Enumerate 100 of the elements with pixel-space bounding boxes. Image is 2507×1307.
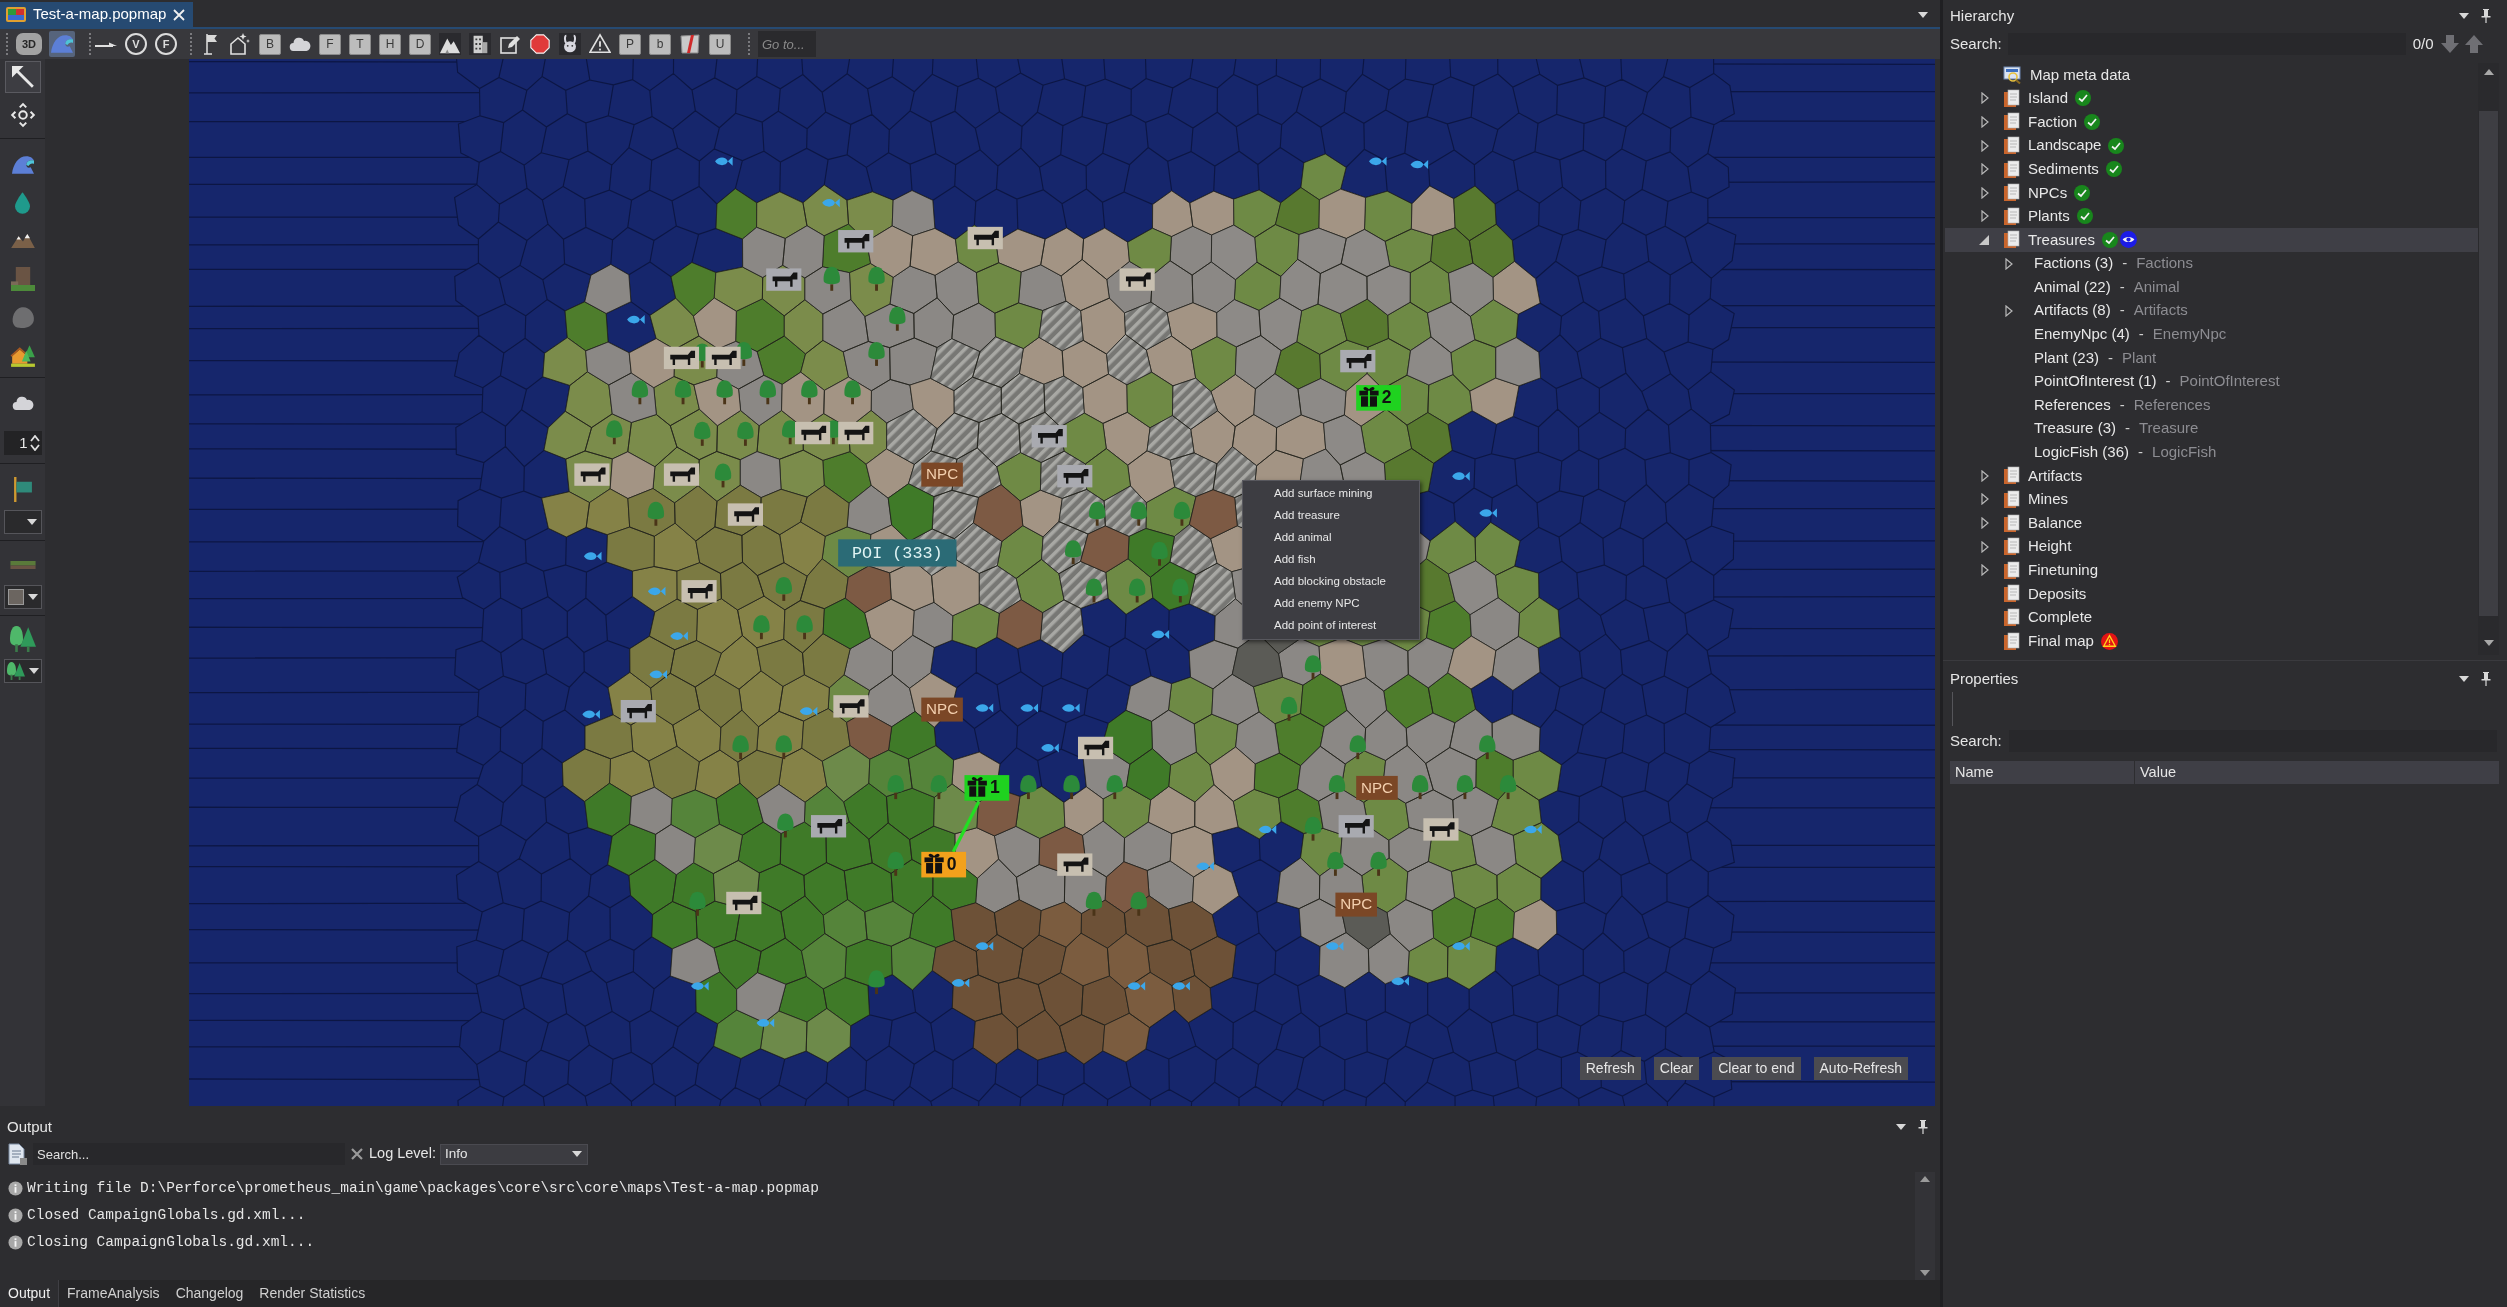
wave-button[interactable] [49,31,75,57]
letter-sheet-button[interactable]: D [409,33,431,55]
tree-item[interactable]: NPCs [1945,180,2099,205]
clear-icon[interactable] [351,1148,363,1160]
tree-icon [732,735,749,760]
tree-item[interactable]: Island [1945,86,2100,111]
treasure-number: 2 [1381,387,1392,408]
tree-icon [801,380,818,405]
goto-field[interactable]: Go to... [758,31,816,57]
stop-sign-button[interactable] [527,31,553,57]
letter-sheet-button[interactable]: b [649,33,671,55]
tree-item[interactable]: Deposits [1945,582,2095,606]
tree-item[interactable]: EnemyNpc (4) - EnemyNpc [1945,322,2235,347]
3d-view-button[interactable]: 3D [16,33,42,55]
striped-sheet-button[interactable] [677,31,703,57]
color-dropdown[interactable] [3,585,42,609]
tree-item[interactable]: Sediments [1945,157,2130,181]
tree-item[interactable]: Balance [1945,511,2091,535]
letter-circle-button[interactable]: F [155,33,177,55]
scroll-up-icon[interactable] [1920,1176,1930,1182]
tree-item[interactable]: Artifacts (8) - Artifacts [1945,298,2196,323]
tree-type-dropdown[interactable] [3,659,42,683]
pin-icon[interactable] [1918,1120,1928,1134]
tree-icon [930,775,948,800]
tree-item[interactable]: Plant (23) - Plant [1945,346,2165,370]
letter-sheet-button[interactable]: T [349,33,371,55]
close-icon[interactable] [173,8,186,21]
panel-tab[interactable]: Output [0,1280,60,1307]
search-field[interactable]: Search... [33,1143,345,1165]
pin-icon[interactable] [2481,672,2491,686]
menu-item[interactable]: Add surface mining [1243,483,1419,505]
tree-item[interactable]: Treasure (3) - Treasure [1945,416,2207,441]
dropdown-field[interactable] [3,510,42,534]
panel-tab[interactable]: FrameAnalysis [59,1280,168,1307]
pointer-arrow-tool-button[interactable] [4,61,41,93]
tree-item[interactable]: Final map [1945,629,2126,653]
spin-down-icon[interactable] [29,444,40,451]
tree-item[interactable]: Treasures [1945,228,2478,252]
tree-item[interactable]: PointOfInterest (1) - PointOfInterest [1945,369,2288,394]
pin-icon[interactable] [2481,9,2491,23]
caret-icon[interactable] [1896,1124,1906,1130]
arrow-down-icon[interactable] [2439,34,2460,54]
document-tab[interactable]: Test-a-map.popmap [0,2,194,27]
letter-sheet-button[interactable]: F [319,33,341,55]
animal-marker-icon [766,268,802,291]
letter-sheet-button[interactable]: B [259,33,281,55]
tree-item[interactable]: Animal (22) - Animal [1945,275,2188,299]
tree-item[interactable]: References - References [1945,393,2219,417]
menu-item[interactable]: Add enemy NPC [1243,593,1419,615]
tree-item[interactable]: Plants [1945,204,2101,229]
letter-sheet-button[interactable]: H [379,33,401,55]
tree-item[interactable]: Complete [1945,605,2101,630]
building-button[interactable] [467,31,493,57]
menu-item[interactable]: Add animal [1243,527,1419,549]
caret-icon[interactable] [2459,676,2469,682]
column-header[interactable]: Value [2135,761,2500,784]
menu-item[interactable]: Add blocking obstacle [1243,571,1419,593]
tree-icon [887,775,904,800]
map-action-button[interactable]: Clear [1653,1057,1700,1080]
tree-item[interactable]: Landscape [1945,133,2133,158]
spin-up-icon[interactable] [29,435,40,442]
menu-item[interactable]: Add treasure [1243,505,1419,527]
animal-marker-icon [1119,268,1155,291]
tree-item[interactable]: Mines [1945,487,2076,512]
map-action-button[interactable]: Clear to end [1712,1057,1801,1080]
tree-item[interactable]: Map meta data [1945,63,2139,87]
log-line: Closed CampaignGlobals.gd.xml... [27,1205,306,1225]
scroll-down-icon[interactable] [2483,640,2494,646]
mountains-button[interactable] [437,31,463,57]
menu-item[interactable]: Add point of interest [1243,615,1419,637]
scroll-up-icon[interactable] [2483,69,2494,75]
letter-sheet-button[interactable]: P [619,33,641,55]
caret-icon[interactable] [1918,12,1928,18]
scrollbar[interactable] [1915,1172,1935,1280]
map-action-button[interactable]: Refresh [1579,1057,1641,1080]
tree-item[interactable]: Height [1945,534,2080,559]
tree-item[interactable]: Faction [1945,110,2109,134]
scroll-down-icon[interactable] [1920,1270,1930,1276]
log-level-select[interactable]: Info [439,1143,588,1165]
caret-icon[interactable] [2459,13,2469,19]
rabbit-button[interactable] [557,31,583,57]
panel-tab[interactable]: Render Statistics [251,1280,374,1307]
tree-item[interactable]: Artifacts [1945,464,2091,488]
number-spinner[interactable]: 1 [3,431,42,455]
binder-icon [2003,88,2021,108]
tree-item[interactable]: Factions (3) - Factions [1945,251,2201,276]
letter-circle-button[interactable]: V [125,33,147,55]
menu-item[interactable]: Add fish [1243,549,1419,571]
arrow-up-icon[interactable] [2463,34,2484,54]
striped-sheet-icon [680,34,700,54]
map-action-button[interactable]: Auto-Refresh [1813,1057,1908,1080]
tree-icon [1063,775,1080,800]
tree-item[interactable]: LogicFish (36) - LogicFish [1945,440,2225,465]
tree-item[interactable]: Finetuning [1945,558,2107,583]
column-header[interactable]: Name [1950,761,2135,784]
letter-sheet-button[interactable]: U [709,33,731,55]
scrollbar-thumb[interactable] [2479,111,2498,616]
island-drawing[interactable] [541,153,1563,1065]
panel-tab[interactable]: Changelog [167,1280,252,1307]
fish-icon [975,703,994,713]
